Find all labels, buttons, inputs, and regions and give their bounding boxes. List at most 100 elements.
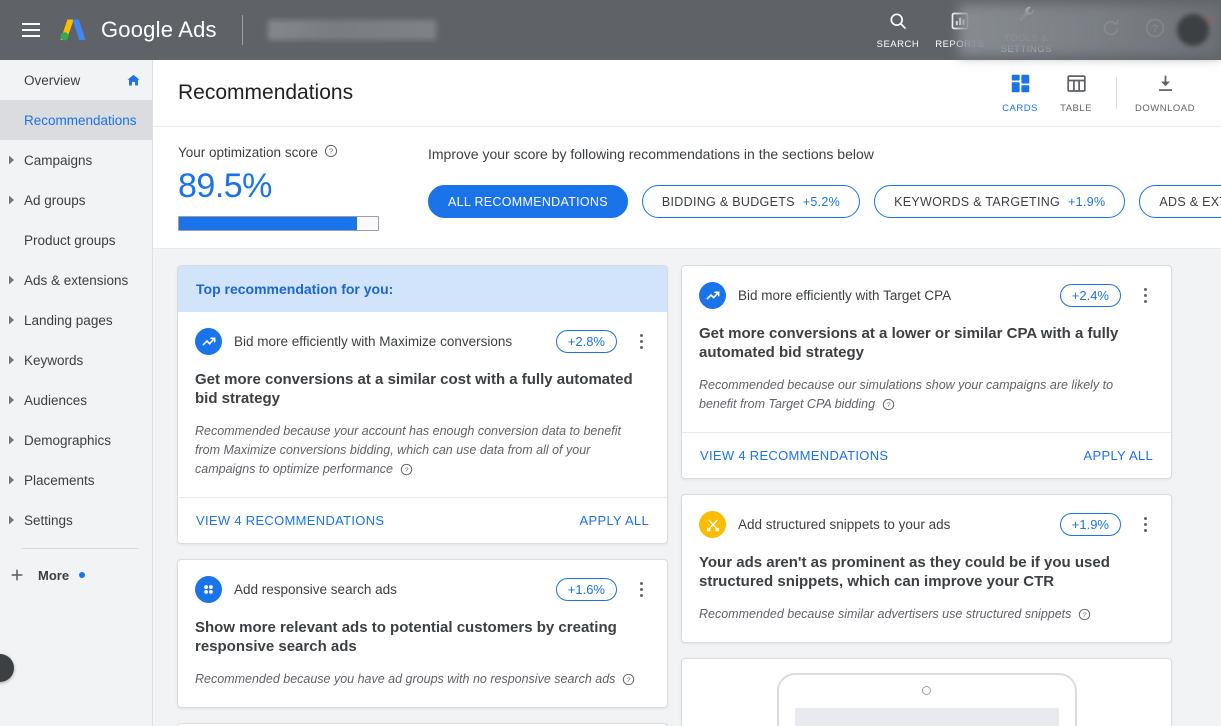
chip-bidding-budgets[interactable]: BIDDING & BUDGETS +5.2% bbox=[641, 185, 861, 218]
help-circle-icon[interactable]: ? bbox=[882, 398, 895, 411]
recommendation-title: Bid more efficiently with Maximize conve… bbox=[234, 334, 513, 349]
search-label: SEARCH bbox=[876, 38, 920, 50]
sidebar-item-campaigns[interactable]: Campaigns bbox=[0, 140, 152, 180]
sidebar-item-label: Demographics bbox=[24, 432, 112, 448]
top-app-bar: Google Ads SEARCH REPORTS bbox=[0, 0, 1221, 60]
trending-up-icon bbox=[195, 328, 222, 355]
help-circle-icon[interactable]: ? bbox=[622, 673, 635, 686]
snippet-scissors-icon bbox=[699, 511, 726, 538]
score-label-row: Your optimization score ? bbox=[178, 144, 388, 161]
recommendation-card-target-cpa: Bid more efficiently with Target CPA +2.… bbox=[681, 265, 1172, 479]
sidebar-more-button[interactable]: More bbox=[0, 555, 152, 595]
recommendation-cards-area: Top recommendation for you: Bid more eff… bbox=[153, 249, 1221, 726]
download-button[interactable]: DOWNLOAD bbox=[1129, 73, 1201, 114]
table-icon bbox=[1066, 73, 1087, 99]
chip-label: ALL RECOMMENDATIONS bbox=[448, 194, 608, 209]
chip-all-recommendations[interactable]: ALL RECOMMENDATIONS bbox=[428, 185, 628, 218]
chevron-right-icon bbox=[0, 355, 24, 365]
top-recommendation-card: Top recommendation for you: Bid more eff… bbox=[177, 265, 668, 544]
chevron-right-icon bbox=[0, 195, 24, 205]
view-toolbar-divider bbox=[1116, 77, 1118, 109]
view-cards-button[interactable]: CARDS bbox=[992, 73, 1048, 114]
sidebar-item-label: Audiences bbox=[24, 392, 88, 408]
sidebar-item-label: Recommendations bbox=[24, 112, 137, 128]
recommendation-description: Recommended because our simulations show… bbox=[699, 378, 1114, 411]
recommendation-headline: Get more conversions at a lower or simil… bbox=[699, 325, 1119, 361]
sidebar: Overview Recommendations Campaigns Ad gr… bbox=[0, 60, 153, 726]
sidebar-item-label: Placements bbox=[24, 472, 95, 488]
more-badge-dot bbox=[79, 572, 86, 578]
cards-grid-icon bbox=[1010, 73, 1031, 99]
chevron-right-icon bbox=[0, 475, 24, 485]
brand: Google Ads bbox=[56, 13, 436, 47]
card-header-row: Bid more efficiently with Maximize conve… bbox=[178, 312, 667, 355]
recommendation-title: Add structured snippets to your ads bbox=[738, 517, 951, 532]
sidebar-item-product-groups[interactable]: Product groups bbox=[0, 220, 152, 260]
sidebar-item-label: Settings bbox=[24, 512, 73, 528]
chip-delta: +5.2% bbox=[802, 194, 841, 209]
menu-hamburger-icon[interactable] bbox=[8, 23, 54, 37]
apply-all-button[interactable]: APPLY ALL bbox=[1084, 448, 1153, 463]
phone-camera-icon bbox=[922, 686, 931, 695]
sidebar-item-placements[interactable]: Placements bbox=[0, 460, 152, 500]
chip-ads-extensions[interactable]: ADS & EXTENSIONS +3.4% bbox=[1139, 185, 1221, 218]
help-circle-icon[interactable]: ? bbox=[400, 463, 413, 476]
page-header: Recommendations CARDS TABLE DOWNLOAD bbox=[153, 60, 1221, 127]
view-recommendations-link[interactable]: VIEW 4 RECOMMENDATIONS bbox=[196, 513, 384, 528]
main-content: Recommendations CARDS TABLE DOWNLOAD You… bbox=[153, 60, 1221, 726]
chip-label: ADS & EXTENSIONS bbox=[1159, 194, 1221, 209]
sidebar-item-landing-pages[interactable]: Landing pages bbox=[0, 300, 152, 340]
chip-keywords-targeting[interactable]: KEYWORDS & TARGETING +1.9% bbox=[874, 185, 1126, 218]
chevron-right-icon bbox=[0, 315, 24, 325]
sidebar-item-label: Product groups bbox=[24, 232, 116, 248]
sidebar-item-keywords[interactable]: Keywords bbox=[0, 340, 152, 380]
svg-text:?: ? bbox=[886, 402, 890, 409]
card-overflow-menu-icon[interactable] bbox=[629, 334, 653, 349]
avatar[interactable] bbox=[1177, 14, 1209, 46]
help-circle-icon[interactable]: ? bbox=[324, 144, 338, 161]
sidebar-item-settings[interactable]: Settings bbox=[0, 500, 152, 540]
search-button[interactable]: SEARCH bbox=[869, 11, 928, 50]
chip-delta: +1.9% bbox=[1068, 194, 1106, 209]
chevron-right-icon bbox=[0, 515, 24, 525]
card-overflow-menu-icon[interactable] bbox=[1133, 288, 1157, 303]
sidebar-item-audiences[interactable]: Audiences bbox=[0, 380, 152, 420]
card-header-row: Add responsive search ads +1.6% bbox=[178, 560, 667, 603]
recommendation-filter-chips: ALL RECOMMENDATIONS BIDDING & BUDGETS +5… bbox=[428, 185, 1221, 218]
card-header-row: Bid more efficiently with Target CPA +2.… bbox=[682, 266, 1171, 309]
improve-headline: Improve your score by following recommen… bbox=[428, 146, 874, 162]
view-cards-label: CARDS bbox=[1002, 102, 1038, 114]
view-recommendations-link[interactable]: VIEW 4 RECOMMENDATIONS bbox=[700, 448, 888, 463]
recommendation-description: Recommended because you have ad groups w… bbox=[195, 672, 616, 686]
sidebar-item-overview[interactable]: Overview bbox=[0, 60, 152, 100]
account-name-blurred[interactable] bbox=[267, 20, 436, 40]
sidebar-item-demographics[interactable]: Demographics bbox=[0, 420, 152, 460]
card-header-row: Add structured snippets to your ads +1.9… bbox=[682, 495, 1171, 538]
help-circle-icon[interactable]: ? bbox=[1078, 608, 1091, 621]
card-overflow-menu-icon[interactable] bbox=[1133, 517, 1157, 532]
view-table-button[interactable]: TABLE bbox=[1048, 73, 1104, 114]
top-recommendation-banner: Top recommendation for you: bbox=[178, 266, 667, 312]
sidebar-item-label: Overview bbox=[24, 72, 81, 88]
cards-left-column: Top recommendation for you: Bid more eff… bbox=[177, 265, 668, 726]
brand-divider bbox=[241, 15, 243, 45]
recommendation-card-responsive-search-ads: Add responsive search ads +1.6% Show mor… bbox=[177, 559, 668, 708]
trending-up-icon bbox=[699, 282, 726, 309]
apply-all-button[interactable]: APPLY ALL bbox=[580, 513, 649, 528]
svg-text:?: ? bbox=[329, 147, 333, 156]
download-label: DOWNLOAD bbox=[1135, 102, 1195, 114]
search-icon bbox=[888, 11, 908, 36]
svg-text:?: ? bbox=[627, 677, 631, 684]
cards-right-column: Bid more efficiently with Target CPA +2.… bbox=[681, 265, 1172, 726]
view-toolbar: CARDS TABLE DOWNLOAD bbox=[992, 73, 1201, 114]
recommendation-description-row: Recommended because your account has eno… bbox=[178, 408, 667, 497]
sidebar-item-ad-groups[interactable]: Ad groups bbox=[0, 180, 152, 220]
recommendation-headline: Get more conversions at a similar cost w… bbox=[195, 371, 633, 407]
card-overflow-menu-icon[interactable] bbox=[629, 582, 653, 597]
optimization-score-band: Your optimization score ? 89.5% Improve … bbox=[153, 127, 1221, 249]
sidebar-collapse-button[interactable] bbox=[0, 654, 14, 682]
sidebar-item-recommendations[interactable]: Recommendations bbox=[0, 100, 152, 140]
chip-label: KEYWORDS & TARGETING bbox=[894, 194, 1061, 209]
sidebar-item-ads-extensions[interactable]: Ads & extensions bbox=[0, 260, 152, 300]
recommendation-title: Add responsive search ads bbox=[234, 582, 397, 597]
